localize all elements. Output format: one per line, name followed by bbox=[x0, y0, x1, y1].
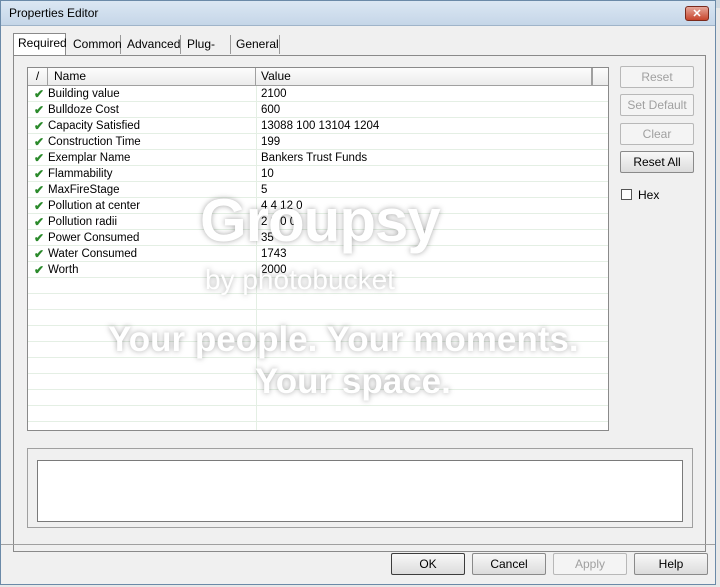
property-value[interactable]: 13088 100 13104 1204 bbox=[261, 118, 379, 134]
column-header-name[interactable]: Name bbox=[48, 68, 256, 85]
property-value[interactable]: 5 bbox=[261, 182, 267, 198]
grid-rows: ✔ Building value 2100 ✔ Bulldoze Cost 600 ✔ C… bbox=[28, 86, 608, 278]
close-button[interactable]: ✕ bbox=[685, 6, 709, 21]
table-row[interactable]: ✔ Water Consumed 1743 bbox=[28, 246, 608, 262]
tab-common[interactable]: Common bbox=[69, 35, 122, 54]
property-value[interactable]: 35 bbox=[261, 230, 274, 246]
property-name: Exemplar Name bbox=[48, 152, 131, 164]
set-default-button[interactable]: Set Default bbox=[620, 94, 694, 116]
property-name: Capacity Satisfied bbox=[48, 120, 141, 132]
table-row[interactable]: ✔ Capacity Satisfied 13088 100 13104 1204 bbox=[28, 118, 608, 134]
check-icon: ✔ bbox=[34, 87, 45, 101]
tab-general[interactable]: General bbox=[232, 35, 280, 54]
properties-editor-window: Properties Editor ✕ Required Common Adva… bbox=[0, 0, 716, 585]
column-header-value[interactable]: Value bbox=[256, 68, 592, 85]
check-icon: ✔ bbox=[34, 135, 45, 149]
tab-plug-ins[interactable]: Plug-ins bbox=[183, 35, 231, 70]
property-value[interactable]: 600 bbox=[261, 102, 280, 118]
check-icon: ✔ bbox=[34, 263, 45, 277]
table-row[interactable]: ✔ Flammability 10 bbox=[28, 166, 608, 182]
property-value[interactable]: 2000 bbox=[261, 262, 287, 278]
clear-button[interactable]: Clear bbox=[620, 123, 694, 145]
property-name: Pollution at center bbox=[48, 200, 141, 212]
properties-grid[interactable]: / Name Value ✔ Building value 2100 ✔ Bulldo… bbox=[27, 67, 609, 431]
check-icon: ✔ bbox=[34, 199, 45, 213]
check-icon: ✔ bbox=[34, 103, 45, 117]
property-name: Pollution radii bbox=[48, 216, 118, 228]
bottom-separator bbox=[1, 544, 715, 545]
table-row[interactable]: ✔ Pollution radii 2 3 0 0 bbox=[28, 214, 608, 230]
check-icon: ✔ bbox=[34, 247, 45, 261]
reset-all-button[interactable]: Reset All bbox=[620, 151, 694, 173]
window-title: Properties Editor bbox=[9, 6, 99, 20]
hex-checkbox-box[interactable] bbox=[621, 189, 632, 200]
property-name: Building value bbox=[48, 88, 120, 100]
cancel-button[interactable]: Cancel bbox=[472, 553, 546, 575]
property-name: MaxFireStage bbox=[48, 184, 120, 196]
table-row[interactable]: ✔ Power Consumed 35 bbox=[28, 230, 608, 246]
close-icon: ✕ bbox=[692, 8, 702, 20]
property-name: Construction Time bbox=[48, 136, 141, 148]
tab-required[interactable]: Required bbox=[13, 33, 67, 56]
property-name: Bulldoze Cost bbox=[48, 104, 119, 116]
grid-header: / Name Value bbox=[28, 68, 608, 86]
table-row[interactable]: ✔ Building value 2100 bbox=[28, 86, 608, 102]
ok-button[interactable]: OK bbox=[391, 553, 465, 575]
property-name: Power Consumed bbox=[48, 232, 140, 244]
title-bar[interactable]: Properties Editor ✕ bbox=[1, 1, 715, 26]
property-value[interactable]: 10 bbox=[261, 166, 274, 182]
property-name: Flammability bbox=[48, 168, 113, 180]
table-row[interactable]: ✔ MaxFireStage 5 bbox=[28, 182, 608, 198]
table-row[interactable]: ✔ Pollution at center 4 4 12 0 bbox=[28, 198, 608, 214]
property-value[interactable]: Bankers Trust Funds bbox=[261, 150, 367, 166]
property-value[interactable]: 2100 bbox=[261, 86, 287, 102]
apply-button[interactable]: Apply bbox=[553, 553, 627, 575]
property-value[interactable]: 199 bbox=[261, 134, 280, 150]
hex-label: Hex bbox=[638, 188, 660, 202]
table-row[interactable]: ✔ Exemplar Name Bankers Trust Funds bbox=[28, 150, 608, 166]
check-icon: ✔ bbox=[34, 215, 45, 229]
property-value[interactable]: 4 4 12 0 bbox=[261, 198, 303, 214]
table-row[interactable]: ✔ Worth 2000 bbox=[28, 262, 608, 278]
help-button[interactable]: Help bbox=[634, 553, 708, 575]
column-header-filler bbox=[592, 68, 608, 85]
check-icon: ✔ bbox=[34, 151, 45, 165]
property-name: Water Consumed bbox=[48, 248, 138, 260]
table-row[interactable]: ✔ Bulldoze Cost 600 bbox=[28, 102, 608, 118]
check-icon: ✔ bbox=[34, 183, 45, 197]
check-icon: ✔ bbox=[34, 119, 45, 133]
description-box[interactable] bbox=[37, 460, 683, 522]
check-icon: ✔ bbox=[34, 167, 45, 181]
property-name: Worth bbox=[48, 264, 79, 276]
empty-rows bbox=[28, 278, 608, 430]
tab-advanced[interactable]: Advanced bbox=[123, 35, 181, 54]
property-value[interactable]: 1743 bbox=[261, 246, 287, 262]
reset-button[interactable]: Reset bbox=[620, 66, 694, 88]
property-value[interactable]: 2 3 0 0 bbox=[261, 214, 296, 230]
check-icon: ✔ bbox=[34, 231, 45, 245]
table-row[interactable]: ✔ Construction Time 199 bbox=[28, 134, 608, 150]
sort-indicator-icon[interactable]: / bbox=[28, 68, 48, 85]
